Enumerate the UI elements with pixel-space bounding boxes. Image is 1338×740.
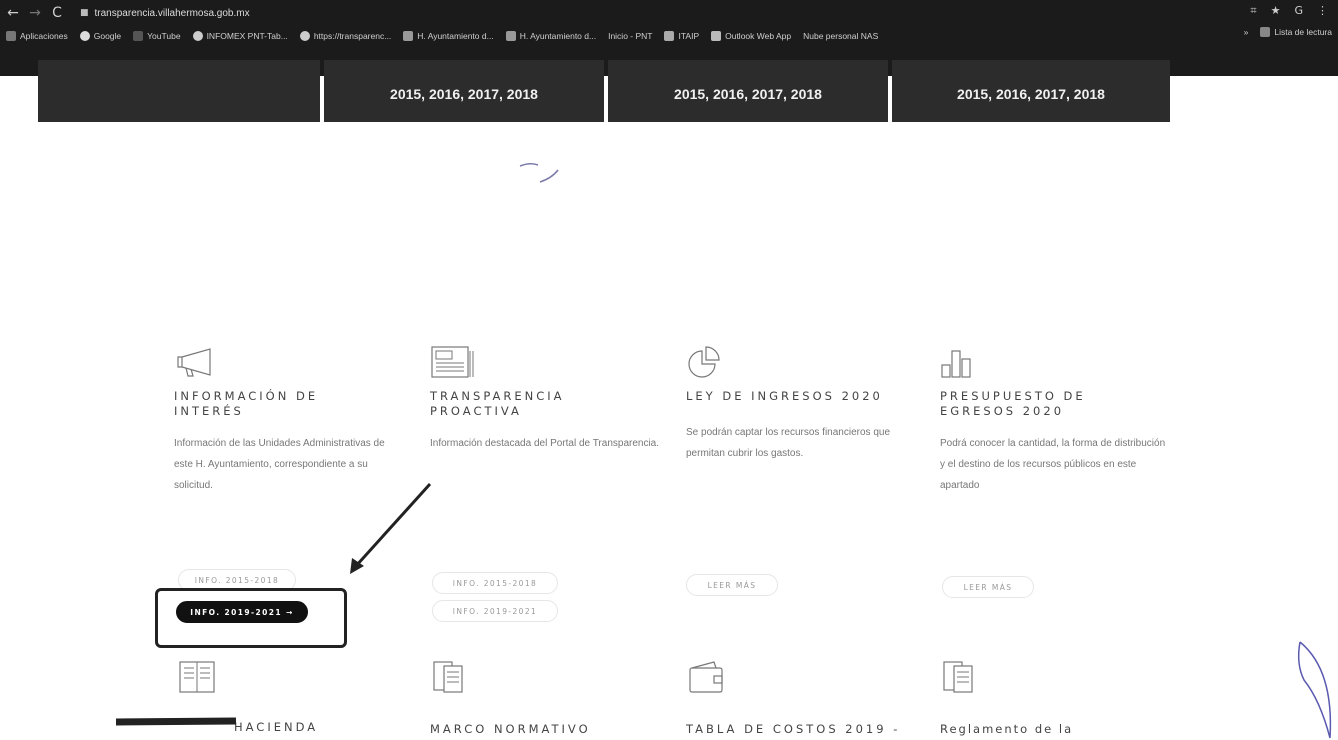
pie-chart-icon: [686, 345, 916, 379]
card-description: Información destacada del Portal de Tran…: [430, 438, 660, 449]
address-bar-row: ← → C ■ transparencia.villahermosa.gob.m…: [0, 0, 1338, 26]
site-icon: [403, 31, 414, 41]
info-2019-2021-button[interactable]: INFO. 2019-2021: [432, 600, 558, 622]
documents-icon: [432, 660, 472, 698]
wallet-icon: [688, 660, 728, 698]
documents-icon: [942, 660, 982, 698]
banner-years: 2015, 2016, 2017, 2018: [957, 86, 1105, 102]
newspaper-icon: [430, 345, 660, 379]
redaction-mark: [115, 717, 237, 726]
card-presupuesto-egresos: PRESUPUESTO DE EGRESOS 2020 Podrá conoce…: [940, 345, 1170, 496]
site-icon: [505, 31, 516, 41]
card-transparencia-proactiva: TRANSPARENCIA PROACTIVA Información dest…: [430, 345, 660, 454]
leer-mas-button[interactable]: LEER MÁS: [942, 576, 1034, 598]
bookmark-itaip[interactable]: ITAIP: [664, 31, 699, 41]
card-title-marco-normativo: MARCO NORMATIVO: [430, 722, 591, 736]
card-informacion-interes: INFORMACIÓN DE INTERÉS Información de la…: [174, 345, 404, 496]
youtube-icon: [133, 31, 144, 41]
back-icon[interactable]: ←: [4, 5, 22, 21]
banner-card-1[interactable]: [38, 60, 320, 122]
banner-card-3[interactable]: 2015, 2016, 2017, 2018: [608, 60, 888, 122]
bar-chart-icon: [940, 345, 1170, 379]
card-title-hacienda: HACIENDA: [234, 720, 319, 734]
menu-icon[interactable]: ⋮: [1317, 4, 1328, 18]
card-description: Se podrán captar los recursos financiero…: [686, 427, 891, 459]
lock-icon: ■: [80, 8, 89, 18]
reload-icon[interactable]: C: [48, 5, 66, 21]
banner-card-2[interactable]: 2015, 2016, 2017, 2018: [324, 60, 604, 122]
apps-grid-icon: [6, 31, 16, 41]
bookmark-pnt[interactable]: Inicio - PNT: [608, 31, 652, 41]
bookmark-apps[interactable]: Aplicaciones: [6, 31, 68, 41]
book-icon: [178, 660, 218, 698]
star-icon[interactable]: ★: [1271, 4, 1281, 18]
info-2015-2018-button[interactable]: INFO. 2015-2018: [432, 572, 558, 594]
bookmarks-bar: Aplicaciones Google YouTube INFOMEX PNT-…: [0, 27, 1338, 45]
itaip-icon: [664, 31, 675, 41]
card-title: PRESUPUESTO DE EGRESOS 2020: [940, 389, 1086, 418]
pen-mark: [1297, 641, 1332, 739]
bookmark-outlook[interactable]: Outlook Web App: [711, 31, 791, 41]
globe-icon: [192, 31, 203, 41]
google-icon: [79, 31, 90, 41]
card-description: Podrá conocer la cantidad, la forma de d…: [940, 438, 1166, 491]
bookmark-nas[interactable]: Nube personal NAS: [803, 31, 878, 41]
translate-icon[interactable]: ⌗: [1250, 4, 1256, 18]
bookmark-ayuntamiento-2[interactable]: H. Ayuntamiento d...: [505, 31, 596, 41]
bookmark-transparencia[interactable]: https://transparenc...: [299, 31, 391, 41]
bookmark-infomex[interactable]: INFOMEX PNT-Tab...: [192, 31, 288, 41]
bookmarks-right: » Lista de lectura: [1244, 27, 1332, 37]
pen-mark: [519, 162, 559, 183]
annotation-box: [155, 588, 347, 648]
more-bookmarks-icon[interactable]: »: [1244, 27, 1249, 37]
outlook-icon: [711, 31, 722, 41]
reading-list-icon: [1260, 27, 1271, 37]
card-title-reglamento: Reglamento de la: [940, 722, 1074, 736]
banner-years: 2015, 2016, 2017, 2018: [390, 86, 538, 102]
card-title: LEY DE INGRESOS 2020: [686, 389, 883, 403]
leer-mas-button[interactable]: LEER MÁS: [686, 574, 778, 596]
banner-years: 2015, 2016, 2017, 2018: [674, 86, 822, 102]
url-field[interactable]: transparencia.villahermosa.gob.mx: [95, 8, 250, 19]
card-title: INFORMACIÓN DE INTERÉS: [174, 389, 319, 418]
forward-icon[interactable]: →: [26, 5, 44, 21]
card-ley-ingresos: LEY DE INGRESOS 2020 Se podrán captar lo…: [686, 345, 916, 464]
toolbar-right: ⌗ ★ G ⋮: [1250, 4, 1328, 18]
bookmark-youtube[interactable]: YouTube: [133, 31, 181, 41]
profile-icon[interactable]: G: [1294, 4, 1303, 18]
globe-icon: [299, 31, 310, 41]
card-description: Información de las Unidades Administrati…: [174, 438, 385, 491]
megaphone-icon: [174, 345, 404, 379]
card-title-tabla-costos: TABLA DE COSTOS 2019 -: [686, 722, 901, 736]
bookmark-google[interactable]: Google: [79, 31, 121, 41]
card-title: TRANSPARENCIA PROACTIVA: [430, 389, 565, 418]
reading-list[interactable]: Lista de lectura: [1260, 27, 1332, 37]
bookmark-ayuntamiento-1[interactable]: H. Ayuntamiento d...: [403, 31, 494, 41]
banner-card-4[interactable]: 2015, 2016, 2017, 2018: [892, 60, 1170, 122]
